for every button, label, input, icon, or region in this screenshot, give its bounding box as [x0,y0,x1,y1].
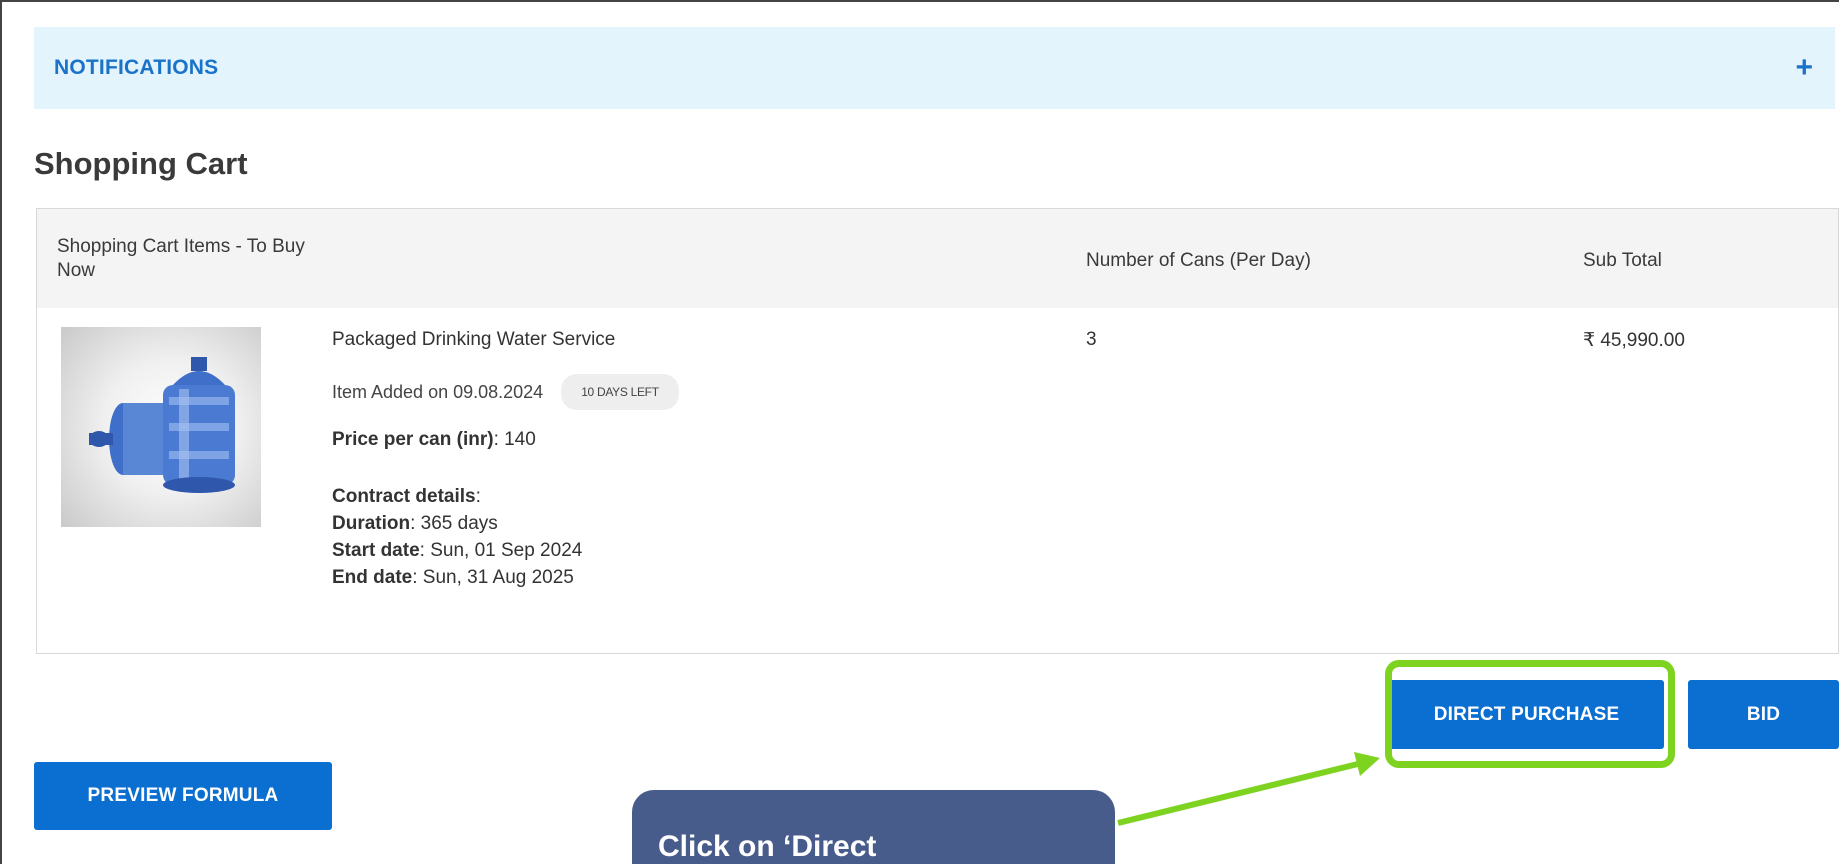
duration-label: Duration [332,513,411,534]
instruction-callout: Click on ‘Direct [632,790,1115,864]
contract-end-date: End date: Sun, 31 Aug 2025 [332,564,582,591]
end-date-value: : Sun, 31 Aug 2025 [412,567,574,588]
price-per-can: Price per can (inr): 140 [332,429,536,451]
direct-purchase-button[interactable]: DIRECT PURCHASE [1389,680,1664,749]
callout-text: Click on ‘Direct [658,830,877,863]
cart-table-header: Shopping Cart Items - To Buy Now Number … [37,209,1838,308]
contract-label: Contract details [332,486,476,507]
end-date-label: End date [332,567,413,588]
preview-formula-button[interactable]: PREVIEW FORMULA [34,762,332,830]
header-sub-total: Sub Total [1583,250,1662,271]
page-title: Shopping Cart [34,146,248,181]
water-can-image [61,327,261,527]
days-left-badge: 10 DAYS LEFT [561,374,679,410]
cans-per-day-value: 3 [1086,329,1097,350]
sub-total-value: ₹ 45,990.00 [1583,330,1685,351]
cart-table: Shopping Cart Items - To Buy Now Number … [36,208,1839,654]
contract-details: Contract details: Duration: 365 days Sta… [332,483,582,591]
notifications-panel[interactable]: NOTIFICATIONS + [34,27,1835,109]
item-added-date: Item Added on 09.08.2024 [332,381,544,402]
item-name: Packaged Drinking Water Service [332,329,616,350]
notifications-title: NOTIFICATIONS [54,56,219,79]
bid-button[interactable]: BID [1688,680,1839,749]
contract-duration: Duration: 365 days [332,510,582,537]
start-date-value: : Sun, 01 Sep 2024 [419,540,583,561]
contract-suffix: : [475,486,481,507]
contract-start-date: Start date: Sun, 01 Sep 2024 [332,537,582,564]
contract-details-heading: Contract details: [332,483,582,510]
price-value: : 140 [493,429,536,450]
header-cart-items: Shopping Cart Items - To Buy Now [57,236,305,281]
price-label: Price per can (inr) [332,429,494,450]
duration-value: : 365 days [410,513,498,534]
start-date-label: Start date [332,540,420,561]
item-added-row: Item Added on 09.08.2024 10 DAYS LEFT [332,374,679,410]
plus-icon[interactable]: + [1795,53,1813,83]
header-number-of-cans: Number of Cans (Per Day) [1086,250,1311,271]
